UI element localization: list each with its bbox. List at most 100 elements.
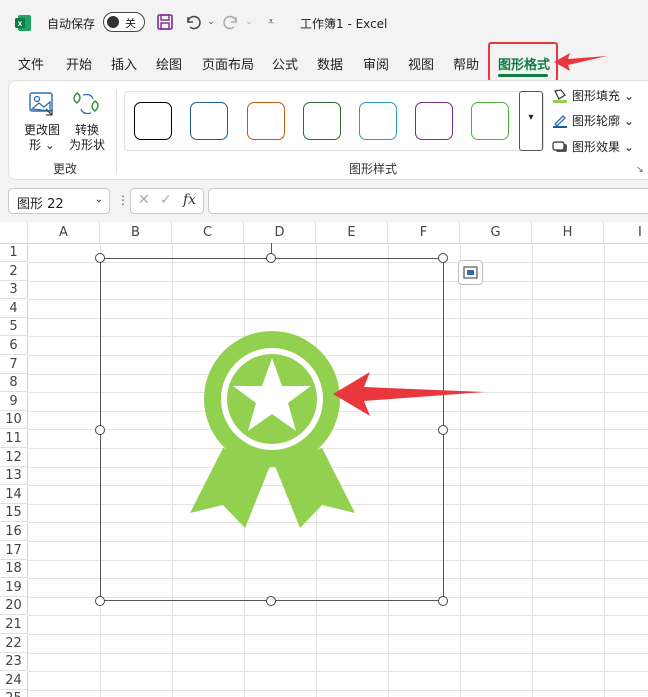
formula-controls: ✕ ✓ fx — [130, 188, 204, 214]
column-header-a[interactable]: A — [28, 222, 100, 244]
row-header[interactable]: 4 — [0, 299, 28, 318]
row-header[interactable]: 11 — [0, 430, 28, 448]
row-header[interactable]: 1 — [0, 244, 28, 262]
undo-icon[interactable] — [184, 13, 202, 31]
cancel-icon[interactable]: ✕ — [138, 192, 150, 208]
style-swatch-4[interactable] — [303, 102, 341, 140]
group-label-change: 更改 — [53, 162, 78, 176]
row-header[interactable]: 2 — [0, 262, 28, 281]
resize-handle-e[interactable] — [438, 425, 448, 435]
layout-options-icon — [463, 266, 478, 279]
formula-input[interactable] — [208, 188, 648, 214]
annotation-arrow-icon — [333, 372, 485, 416]
tab-data[interactable]: 数据 — [317, 54, 343, 73]
style-swatch-5[interactable] — [359, 102, 397, 140]
undo-dropdown-icon[interactable]: ⌄ — [202, 13, 220, 31]
row-header[interactable]: 19 — [0, 578, 28, 597]
row-header[interactable]: 14 — [0, 485, 28, 504]
tab-insert[interactable]: 插入 — [111, 54, 137, 73]
shape-fill-button[interactable]: 图形填充 ⌄ — [552, 87, 634, 104]
more-options-icon[interactable]: ⋮ — [117, 193, 129, 207]
tab-page-layout[interactable]: 页面布局 — [202, 54, 254, 73]
style-swatch-6[interactable] — [415, 102, 453, 140]
tab-review[interactable]: 审阅 — [363, 54, 389, 73]
shape-outline-button[interactable]: 图形轮廓 ⌄ — [552, 112, 634, 129]
resize-handle-s[interactable] — [266, 596, 276, 606]
row-header[interactable]: 23 — [0, 653, 28, 672]
change-shape-icon — [29, 92, 53, 116]
resize-handle-ne[interactable] — [438, 253, 448, 263]
autosave-label: 自动保存 — [47, 17, 96, 31]
column-header-d[interactable]: D — [244, 222, 316, 244]
column-header-b[interactable]: B — [100, 222, 172, 244]
style-swatch-1[interactable] — [134, 102, 172, 140]
row-header[interactable]: 25 — [0, 690, 28, 697]
resize-handle-se[interactable] — [438, 596, 448, 606]
group-label-shape-styles: 图形样式 — [349, 162, 398, 176]
group-separator — [116, 89, 117, 173]
tab-help[interactable]: 帮助 — [453, 54, 479, 73]
row-header[interactable]: 13 — [0, 467, 28, 486]
style-swatch-7[interactable] — [471, 102, 509, 140]
resize-handle-w[interactable] — [95, 425, 105, 435]
convert-to-shape-button[interactable]: 转换 为形状 — [65, 89, 109, 153]
column-header-c[interactable]: C — [172, 222, 244, 244]
shape-outline-label: 图形轮廓 ⌄ — [572, 114, 634, 128]
resize-handle-nw[interactable] — [95, 253, 105, 263]
column-header-e[interactable]: E — [316, 222, 388, 244]
chevron-down-icon[interactable]: ⌄ — [95, 194, 103, 205]
svg-text:x: x — [18, 19, 23, 28]
row-header[interactable]: 15 — [0, 504, 28, 523]
tab-home[interactable]: 开始 — [66, 54, 92, 73]
ribbon-panel: 更改图 形 ⌄ 转换 为形状 更改 ▾ 图形样式 图形填充 ⌄ 图形轮廓 ⌄ 图… — [8, 80, 648, 180]
row-header[interactable]: 6 — [0, 337, 28, 355]
row-header[interactable]: 5 — [0, 318, 28, 337]
style-swatch-2[interactable] — [190, 102, 228, 140]
resize-handle-n[interactable] — [266, 253, 276, 263]
window-title: 工作簿1 - Excel — [300, 17, 388, 31]
gallery-more-button[interactable]: ▾ — [519, 91, 543, 151]
row-header[interactable]: 16 — [0, 523, 28, 541]
convert-label-2: 为形状 — [68, 138, 105, 152]
row-header[interactable]: 7 — [0, 355, 28, 374]
column-header-h[interactable]: H — [532, 222, 604, 244]
customize-qat-icon[interactable]: ⩡ — [262, 13, 280, 31]
row-header[interactable]: 9 — [0, 392, 28, 411]
resize-handle-sw[interactable] — [95, 596, 105, 606]
shape-effects-button[interactable]: 图形效果 ⌄ — [552, 138, 634, 155]
save-icon[interactable] — [156, 13, 174, 31]
column-header-f[interactable]: F — [388, 222, 460, 244]
grid-line — [28, 652, 648, 654]
tab-file[interactable]: 文件 — [18, 54, 44, 73]
tab-draw[interactable]: 绘图 — [156, 54, 182, 73]
tab-view[interactable]: 视图 — [408, 54, 434, 73]
column-header-i[interactable]: I — [604, 222, 648, 244]
redo-dropdown-icon[interactable]: ⌄ — [240, 13, 258, 31]
row-header[interactable]: 8 — [0, 374, 28, 393]
change-shape-button[interactable]: 更改图 形 ⌄ — [19, 89, 65, 153]
dialog-launcher-icon[interactable]: ↘ — [636, 165, 644, 175]
row-header[interactable]: 21 — [0, 616, 28, 634]
autosave-toggle[interactable]: 关 — [103, 12, 145, 32]
layout-options-button[interactable] — [458, 260, 483, 285]
tab-formulas[interactable]: 公式 — [272, 54, 298, 73]
row-header[interactable]: 3 — [0, 281, 28, 300]
row-header[interactable]: 22 — [0, 634, 28, 653]
confirm-icon[interactable]: ✓ — [160, 192, 172, 208]
row-header[interactable]: 20 — [0, 597, 28, 616]
column-header-g[interactable]: G — [460, 222, 532, 244]
excel-logo-icon: x — [15, 15, 31, 31]
change-shape-label: 更改图 — [23, 123, 60, 137]
row-header[interactable]: 24 — [0, 671, 28, 690]
row-header[interactable]: 18 — [0, 560, 28, 579]
redo-icon[interactable] — [222, 13, 240, 31]
insert-function-button[interactable]: fx — [183, 192, 196, 208]
select-all-corner[interactable] — [0, 222, 28, 244]
style-swatch-3[interactable] — [247, 102, 285, 140]
award-badge-icon[interactable] — [185, 328, 360, 538]
shape-fill-label: 图形填充 ⌄ — [572, 89, 634, 103]
row-header[interactable]: 17 — [0, 541, 28, 560]
name-box[interactable]: 图形 22 ⌄ — [8, 188, 110, 214]
row-header[interactable]: 12 — [0, 448, 28, 467]
row-header[interactable]: 10 — [0, 411, 28, 430]
